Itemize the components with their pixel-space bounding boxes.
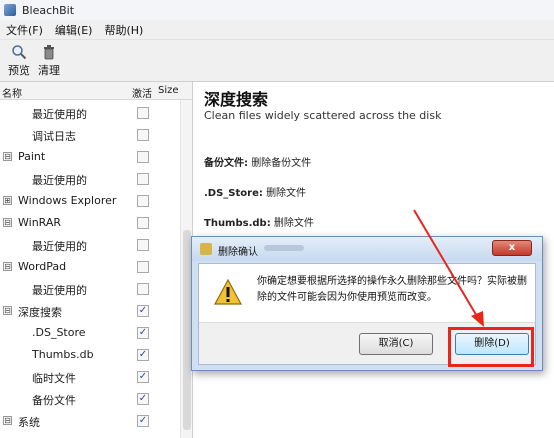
row-checkbox[interactable] — [137, 151, 149, 163]
collapse-toggle-icon[interactable]: ⊟ — [3, 416, 12, 425]
tree-row-label: 调试日志 — [32, 130, 76, 143]
tree-row[interactable]: 调试日志 — [0, 124, 180, 146]
cancel-button[interactable]: 取消(C) — [359, 333, 433, 355]
warning-icon — [213, 278, 243, 305]
row-checkbox[interactable] — [137, 173, 149, 185]
title-bar: BleachBit — [0, 0, 554, 20]
row-checkbox[interactable] — [137, 283, 149, 295]
highlight-box — [448, 327, 534, 367]
row-checkbox[interactable]: ✓ — [137, 371, 149, 383]
row-checkbox[interactable] — [137, 195, 149, 207]
tree-row[interactable]: ⊟ WordPad — [0, 256, 180, 278]
tree-row-label: 备份文件 — [32, 394, 76, 407]
tree-row-label: 最近使用的 — [32, 240, 87, 253]
tree-header: 名称 激活 Size — [0, 82, 192, 100]
scrollbar-thumb[interactable] — [183, 230, 191, 430]
row-checkbox[interactable]: ✓ — [137, 349, 149, 361]
clean-button[interactable]: 清理 — [34, 44, 64, 78]
tree-row-label: WordPad — [18, 260, 67, 273]
tree-row[interactable]: 临时文件 ✓ — [0, 366, 180, 388]
tree-row-label: Thumbs.db — [32, 348, 94, 361]
tree-row-label: WinRAR — [18, 216, 62, 229]
option-desc: 删除文件 — [266, 188, 307, 199]
toolbar: 预览 清理 — [0, 40, 554, 82]
tree-row[interactable]: ⊟ Paint — [0, 146, 180, 168]
row-checkbox[interactable]: ✓ — [137, 415, 149, 427]
row-checkbox[interactable] — [137, 107, 149, 119]
column-name-header[interactable]: 名称 — [2, 85, 22, 100]
details-title: 深度搜索 — [204, 90, 269, 109]
row-checkbox[interactable]: ✓ — [137, 327, 149, 339]
tree-row-label: 系统 — [18, 416, 40, 429]
trash-can-icon — [44, 45, 54, 60]
magnifier-icon — [12, 45, 27, 60]
option-description: 备份文件: 删除备份文件 — [204, 154, 311, 169]
row-checkbox[interactable] — [137, 217, 149, 229]
tree-row-label: 最近使用的 — [32, 108, 87, 121]
dialog-close-button[interactable]: x — [492, 240, 532, 256]
row-checkbox[interactable]: ✓ — [137, 305, 149, 317]
option-description: Thumbs.db: 删除文件 — [204, 214, 314, 229]
tree-row-selected[interactable]: ⊟ 深度搜索 ✓ — [0, 300, 180, 322]
tree-row[interactable]: .DS_Store ✓ — [0, 322, 180, 344]
tree-row[interactable]: 备份文件 ✓ — [0, 388, 180, 410]
row-checkbox[interactable] — [137, 239, 149, 251]
option-name: 备份文件: — [204, 158, 248, 169]
collapse-toggle-icon[interactable]: ⊟ — [3, 306, 12, 315]
tree-row-label: 深度搜索 — [18, 306, 62, 319]
menu-help[interactable]: 帮助(H) — [98, 22, 149, 38]
tree-row-label: .DS_Store — [32, 326, 86, 339]
tree-row[interactable]: ⊟ 系统 ✓ — [0, 410, 180, 432]
column-active-header[interactable]: 激活 — [132, 85, 152, 100]
option-name: .DS_Store: — [204, 188, 263, 199]
cleaner-tree: 名称 激活 Size 最近使用的 调试日志 ⊟ Paint 最近使用的 ⊞ Wi… — [0, 82, 193, 438]
dialog-title-bar: 删除确认 x — [192, 237, 542, 261]
blurred-title-text — [264, 245, 304, 251]
row-checkbox[interactable] — [137, 129, 149, 141]
menu-file[interactable]: 文件(F) — [0, 22, 49, 38]
collapse-toggle-icon[interactable]: ⊟ — [3, 218, 12, 227]
bleachbit-app-icon — [4, 4, 16, 16]
option-desc: 删除备份文件 — [251, 158, 312, 169]
dialog-message: 你确定想要根据所选择的操作永久删除那些文件吗？实际被删除的文件可能会因为你使用预… — [257, 276, 527, 303]
option-desc: 删除文件 — [273, 218, 314, 229]
menu-bar: 文件(F) 编辑(E) 帮助(H) — [0, 20, 554, 40]
collapse-toggle-icon[interactable]: ⊟ — [3, 262, 12, 271]
collapse-toggle-icon[interactable]: ⊟ — [3, 152, 12, 161]
window-title: BleachBit — [22, 3, 75, 17]
tree-row[interactable]: 最近使用的 — [0, 102, 180, 124]
option-description: .DS_Store: 删除文件 — [204, 184, 306, 199]
clean-label: 清理 — [38, 64, 60, 77]
dialog-title: 删除确认 — [218, 247, 258, 258]
tree-row[interactable]: Thumbs.db ✓ — [0, 344, 180, 366]
details-description: Clean files widely scattered across the … — [204, 109, 442, 122]
tree-row[interactable]: ⊟ WinRAR — [0, 212, 180, 234]
preview-label: 预览 — [8, 64, 30, 77]
column-size-header[interactable]: Size — [158, 85, 179, 96]
preview-button[interactable]: 预览 — [4, 44, 34, 78]
row-checkbox[interactable] — [137, 261, 149, 273]
expand-toggle-icon[interactable]: ⊞ — [3, 196, 12, 205]
dialog-app-icon — [200, 243, 212, 255]
tree-row[interactable]: 最近使用的 — [0, 234, 180, 256]
row-checkbox[interactable]: ✓ — [137, 393, 149, 405]
tree-row-label: 最近使用的 — [32, 174, 87, 187]
tree-row[interactable]: 最近使用的 — [0, 168, 180, 190]
tree-row-label: Windows Explorer — [18, 194, 117, 207]
menu-edit[interactable]: 编辑(E) — [49, 22, 99, 38]
tree-row[interactable]: 最近使用的 — [0, 278, 180, 300]
tree-row[interactable]: ⊞ Windows Explorer — [0, 190, 180, 212]
tree-row-label: 最近使用的 — [32, 284, 87, 297]
tree-row-label: 临时文件 — [32, 372, 76, 385]
option-name: Thumbs.db: — [204, 218, 271, 229]
tree-row-label: Paint — [18, 150, 46, 163]
